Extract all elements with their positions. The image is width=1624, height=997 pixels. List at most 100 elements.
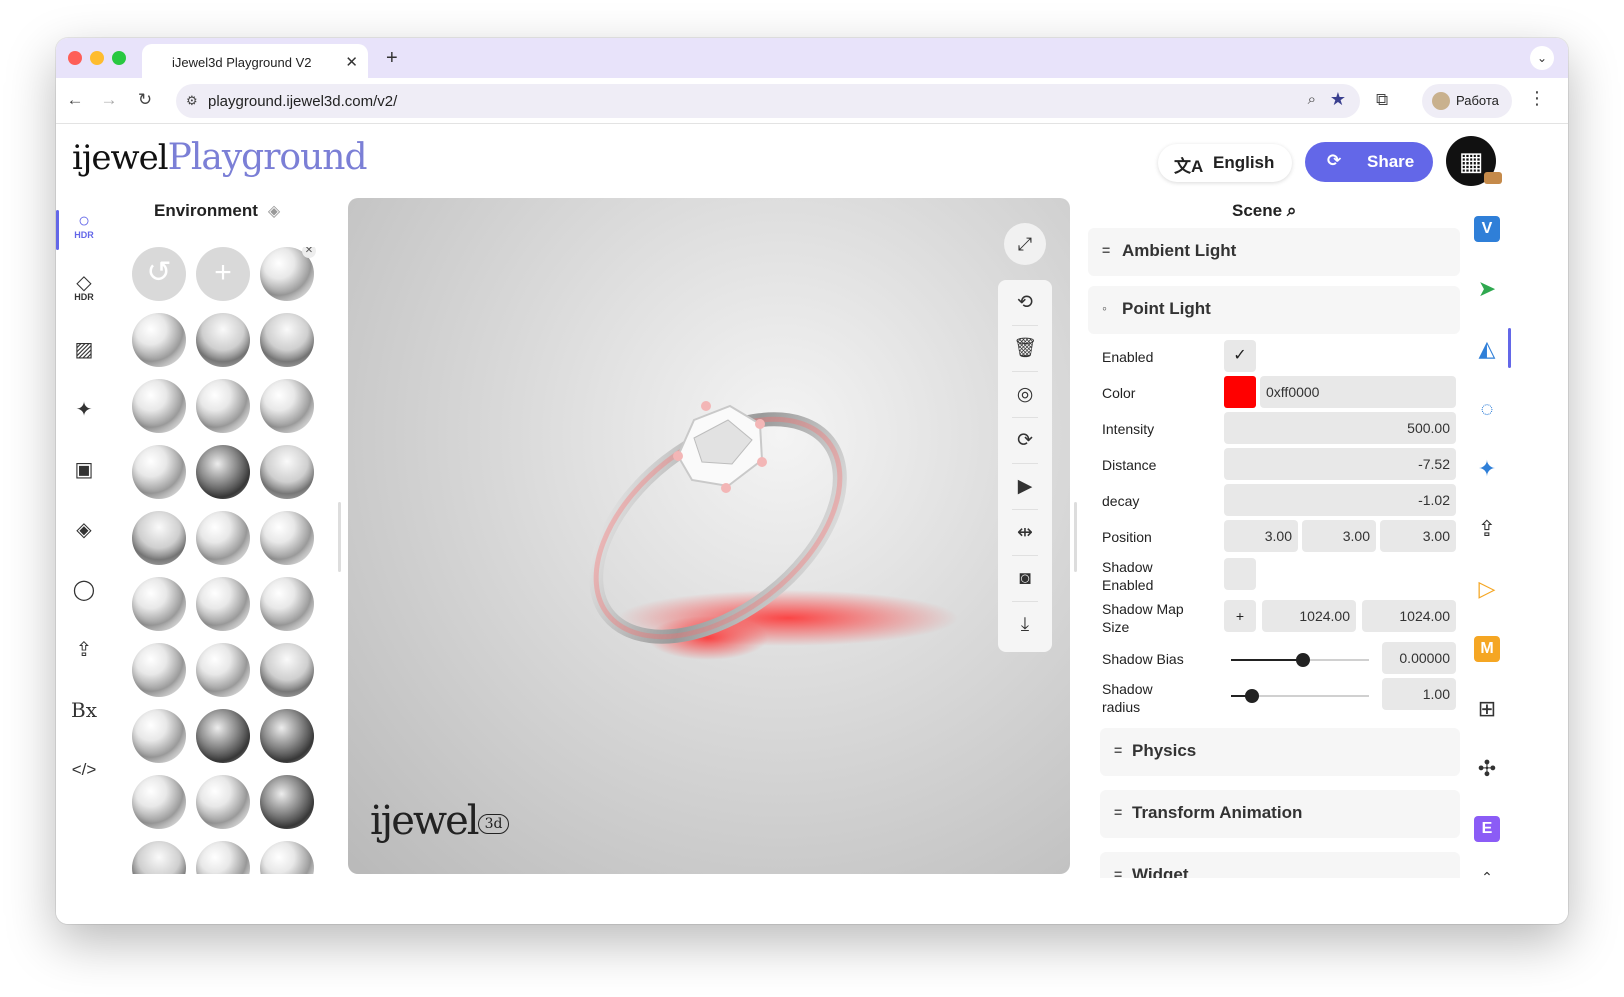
section-point-light[interactable]: ◦ Point Light: [1088, 286, 1460, 334]
add-environment-button[interactable]: +: [196, 247, 250, 301]
rotate-circle-icon[interactable]: ◌: [1468, 390, 1506, 428]
environment-info-icon[interactable]: ◈: [268, 203, 280, 220]
tab-search-button[interactable]: ⌄: [1530, 46, 1554, 70]
environment-thumbnail[interactable]: [196, 643, 250, 697]
environment-thumbnail[interactable]: [132, 511, 186, 565]
environment-thumbnail[interactable]: [196, 445, 250, 499]
slider-knob[interactable]: [1245, 689, 1259, 703]
environment-thumbnail[interactable]: [260, 577, 314, 631]
environment-thumbnail[interactable]: [260, 643, 314, 697]
shadow-radius-input[interactable]: 1.00: [1382, 678, 1456, 710]
delete-icon[interactable]: 🗑: [998, 326, 1052, 372]
shadow-map-width-input[interactable]: 1024.00: [1262, 600, 1356, 632]
slider-knob[interactable]: [1296, 653, 1310, 667]
position-z-input[interactable]: 3.00: [1380, 520, 1456, 552]
upload-icon[interactable]: ⇪: [56, 630, 112, 670]
color-input[interactable]: 0xff0000: [1260, 376, 1456, 408]
environment-thumbnail[interactable]: [260, 445, 314, 499]
bookmark-star-icon[interactable]: ★: [1330, 89, 1346, 110]
environment-thumbnail[interactable]: [260, 841, 314, 874]
environment-thumbnail[interactable]: [132, 313, 186, 367]
environment-thumbnail[interactable]: [132, 643, 186, 697]
environment-thumbnail[interactable]: [132, 577, 186, 631]
pivot-icon[interactable]: ⇹: [998, 510, 1052, 556]
environment-thumbnail[interactable]: [132, 841, 186, 874]
hdr-environment-tool[interactable]: ○ HDR: [56, 210, 112, 250]
shadow-map-height-input[interactable]: 1024.00: [1362, 600, 1456, 632]
extensions-icon[interactable]: ⧉: [1376, 90, 1388, 110]
right-splitter[interactable]: [1074, 502, 1077, 572]
environment-thumbnail[interactable]: [196, 511, 250, 565]
code-icon[interactable]: </>: [56, 750, 112, 790]
site-info-icon[interactable]: ⚙: [186, 93, 198, 109]
cursor-icon[interactable]: ➤: [1468, 270, 1506, 308]
environment-thumbnail[interactable]: [260, 511, 314, 565]
environment-thumbnail[interactable]: [196, 577, 250, 631]
browser-menu-icon[interactable]: ⋮: [1528, 88, 1546, 109]
omnibox[interactable]: ⚙ playground.ijewel3d.com/v2/ ⌕ ★: [176, 84, 1360, 118]
camera-snapshot-icon[interactable]: ◙: [998, 556, 1052, 602]
section-physics[interactable]: = Physics: [1100, 728, 1460, 776]
section-ambient-light[interactable]: = Ambient Light: [1088, 228, 1460, 276]
close-tab-icon[interactable]: ✕: [345, 53, 358, 71]
environment-thumbnail[interactable]: [132, 445, 186, 499]
environment-thumbnail[interactable]: [196, 841, 250, 874]
environment-thumbnail[interactable]: [196, 775, 250, 829]
environment-thumbnail[interactable]: [132, 379, 186, 433]
maximize-window-button[interactable]: [112, 51, 126, 65]
focus-object-icon[interactable]: ◎: [998, 372, 1052, 418]
m-plugin-icon[interactable]: M: [1474, 636, 1500, 662]
shadow-enabled-checkbox[interactable]: [1224, 558, 1256, 590]
rotate-icon[interactable]: ⟳: [998, 418, 1052, 464]
star-icon[interactable]: ✦: [1468, 450, 1506, 488]
sparkle-icon[interactable]: ✦: [56, 390, 112, 430]
section-widget[interactable]: = Widget: [1100, 852, 1460, 878]
v-plugin-icon[interactable]: V: [1474, 216, 1500, 242]
bx-beta-icon[interactable]: Bx: [56, 690, 112, 730]
ground-plane-icon[interactable]: ◈: [56, 510, 112, 550]
grid-icon[interactable]: ⊞: [1468, 690, 1506, 728]
e-plugin-icon[interactable]: E: [1474, 816, 1500, 842]
play-icon[interactable]: ▷: [1468, 570, 1506, 608]
puzzle-icon[interactable]: ✣: [1468, 750, 1506, 788]
share-button[interactable]: ⟳ Share: [1305, 142, 1433, 182]
left-splitter[interactable]: [338, 502, 341, 572]
intensity-input[interactable]: 500.00: [1224, 412, 1456, 444]
url-text[interactable]: playground.ijewel3d.com/v2/: [208, 93, 397, 110]
3d-viewport[interactable]: ijewel 3d ⤢ ⟲ 🗑 ◎ ⟳ ▶ ⇹ ◙ ⤓: [348, 198, 1070, 874]
environment-thumbnail[interactable]: [196, 709, 250, 763]
environment-thumbnail[interactable]: [132, 709, 186, 763]
close-window-button[interactable]: [68, 51, 82, 65]
play-animation-icon[interactable]: ▶: [998, 464, 1052, 510]
reset-view-icon[interactable]: ⟲: [998, 280, 1052, 326]
reload-icon[interactable]: ↻: [134, 90, 156, 110]
distance-input[interactable]: -7.52: [1224, 448, 1456, 480]
ring-icon[interactable]: ◯: [56, 570, 112, 610]
export-icon[interactable]: ⇪: [1468, 510, 1506, 548]
color-swatch[interactable]: [1224, 376, 1256, 408]
enabled-checkbox[interactable]: ✓: [1224, 340, 1256, 372]
minimize-window-button[interactable]: [90, 51, 104, 65]
environment-thumbnail[interactable]: [196, 313, 250, 367]
zoom-icon[interactable]: ⌕: [1308, 91, 1316, 108]
new-tab-button[interactable]: +: [386, 47, 398, 70]
back-icon[interactable]: ←: [64, 90, 86, 110]
shadow-bias-slider[interactable]: [1231, 653, 1369, 667]
forward-icon[interactable]: →: [98, 90, 120, 110]
environment-thumbnail[interactable]: ✕: [260, 247, 316, 301]
shadow-radius-slider[interactable]: [1231, 689, 1369, 703]
collapse-panel-icon[interactable]: «: [70, 914, 83, 924]
user-avatar[interactable]: ▦: [1446, 136, 1502, 186]
position-x-input[interactable]: 3.00: [1224, 520, 1298, 552]
hdr-diamond-tool[interactable]: ◇ HDR: [56, 270, 112, 310]
image-icon[interactable]: ▣: [56, 450, 112, 490]
environment-thumbnail[interactable]: [132, 775, 186, 829]
remove-icon[interactable]: ✕: [302, 247, 316, 258]
link-dimensions-icon[interactable]: +: [1224, 600, 1256, 632]
environment-thumbnail[interactable]: [260, 313, 314, 367]
shapes-icon[interactable]: ◭: [1468, 330, 1506, 368]
environment-thumbnail[interactable]: [260, 379, 314, 433]
environment-thumbnail[interactable]: [260, 709, 314, 763]
profile-button[interactable]: Работа: [1422, 84, 1512, 118]
download-icon[interactable]: ⤓: [998, 602, 1052, 648]
